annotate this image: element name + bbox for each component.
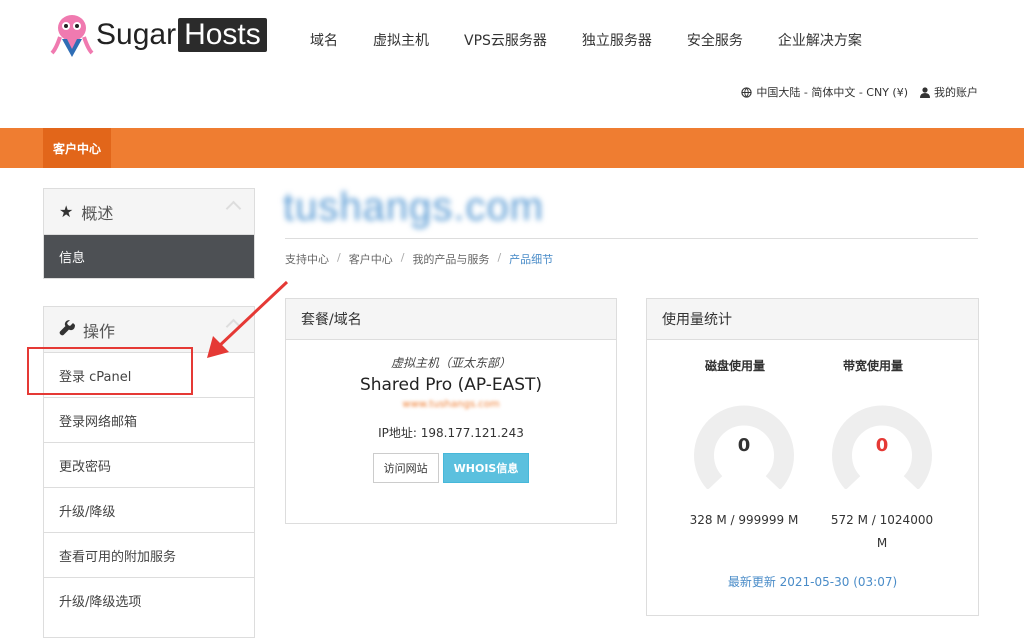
bandwidth-usage-detail: 572 M / 1024000 <box>830 513 934 527</box>
chevron-up-icon <box>225 200 242 217</box>
usage-card-header: 使用量统计 <box>647 299 978 340</box>
bandwidth-usage-detail-unit: M <box>876 536 888 550</box>
overview-panel: ★ 概述 信息 <box>43 188 255 279</box>
annotation-arrow-icon <box>207 280 289 358</box>
brand-wordmark: Sugar Hosts <box>94 18 267 52</box>
whois-button[interactable]: WHOIS信息 <box>442 453 530 483</box>
nav-item-vps[interactable]: VPS云服务器 <box>464 30 547 50</box>
bandwidth-usage-value: 0 <box>875 435 889 456</box>
nav-item-shared-hosting[interactable]: 虚拟主机 <box>373 30 429 50</box>
bandwidth-usage-label: 带宽使用量 <box>843 359 904 373</box>
title-divider <box>285 238 978 239</box>
sidebar-item-info[interactable]: 信息 <box>44 235 254 278</box>
section-bar <box>0 128 1024 168</box>
package-card: 套餐/域名 虚拟主机（亚太东部） Shared Pro (AP-EAST) ww… <box>285 298 617 524</box>
actions-panel-title: 操作 <box>83 321 116 341</box>
package-card-header: 套餐/域名 <box>286 299 616 340</box>
sidebar-item-addons[interactable]: 查看可用的附加服务 <box>44 532 254 577</box>
sidebar-item-upgrade-options[interactable]: 升级/降级选项 <box>44 577 254 622</box>
package-group: 虚拟主机（亚太东部） <box>390 356 511 370</box>
brand-logo[interactable]: Sugar Hosts <box>50 10 267 60</box>
user-icon <box>920 86 930 98</box>
breadcrumb-item[interactable]: 客户中心 <box>349 251 393 267</box>
overview-panel-title: 概述 <box>81 203 114 223</box>
sidebar-item-upgrade-downgrade[interactable]: 升级/降级 <box>44 487 254 532</box>
usage-card: 使用量统计 磁盘使用量 带宽使用量 0 0 328 M / 999999 M 5… <box>646 298 979 616</box>
sidebar-item-webmail-login[interactable]: 登录网络邮箱 <box>44 397 254 442</box>
breadcrumb: 支持中心 / 客户中心 / 我的产品与服务 / 产品细节 <box>285 251 553 267</box>
breadcrumb-item[interactable]: 我的产品与服务 <box>412 251 489 267</box>
nav-item-dedicated[interactable]: 独立服务器 <box>582 30 652 50</box>
octopus-mascot-icon <box>50 13 94 57</box>
breadcrumb-item[interactable]: 支持中心 <box>285 251 329 267</box>
nav-item-enterprise[interactable]: 企业解决方案 <box>778 30 862 50</box>
overview-panel-header[interactable]: ★ 概述 <box>44 189 254 235</box>
package-ip-address: IP地址: 198.177.121.243 <box>378 426 524 440</box>
client-center-tab[interactable]: 客户中心 <box>43 128 112 168</box>
breadcrumb-separator: / <box>497 251 502 264</box>
nav-item-security[interactable]: 安全服务 <box>687 30 743 50</box>
main-nav: 域名 虚拟主机 VPS云服务器 独立服务器 安全服务 企业解决方案 <box>310 30 897 50</box>
brand-name-part1: Sugar <box>96 18 177 51</box>
my-account-link[interactable]: 我的账户 <box>920 84 978 100</box>
globe-icon <box>741 86 753 98</box>
nav-item-domain[interactable]: 域名 <box>310 30 338 50</box>
last-updated: 最新更新 2021-05-30 (03:07) <box>727 575 898 589</box>
wrench-icon <box>59 319 75 340</box>
region-label: 中国大陆 - 简体中文 - CNY (¥) <box>756 86 908 99</box>
disk-usage-value: 0 <box>737 435 751 456</box>
region-selector[interactable]: 中国大陆 - 简体中文 - CNY (¥) <box>741 84 908 100</box>
disk-usage-detail: 328 M / 999999 M <box>689 513 799 527</box>
top-utility-bar: 中国大陆 - 简体中文 - CNY (¥) 我的账户 <box>741 84 978 100</box>
highlight-box <box>27 347 193 395</box>
disk-usage-label: 磁盘使用量 <box>705 359 766 373</box>
brand-name-part2: Hosts <box>178 18 267 52</box>
my-account-label: 我的账户 <box>934 86 978 99</box>
package-plan-name: Shared Pro (AP-EAST) <box>359 375 543 395</box>
page-title: tushangs.com <box>283 185 545 229</box>
breadcrumb-current: 产品细节 <box>509 253 554 266</box>
breadcrumb-separator: / <box>337 251 341 264</box>
package-domain-link[interactable]: www.tushangs.com <box>286 399 616 410</box>
breadcrumb-separator: / <box>400 251 405 264</box>
visit-website-button[interactable]: 访问网站 <box>372 453 439 483</box>
star-icon: ★ <box>59 202 74 221</box>
sidebar-item-change-password[interactable]: 更改密码 <box>44 442 254 487</box>
